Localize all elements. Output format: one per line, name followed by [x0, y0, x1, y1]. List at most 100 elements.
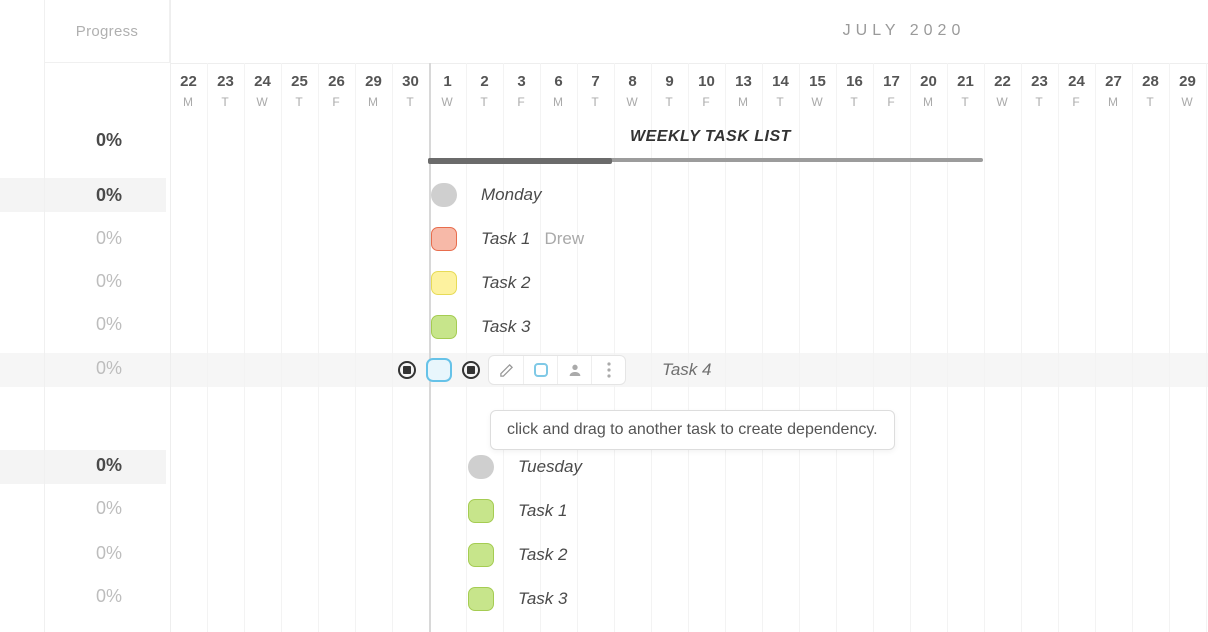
assignee-icon[interactable] [557, 356, 591, 384]
task-row[interactable]: Task 2 [170, 266, 1208, 300]
day-abbr: W [429, 90, 466, 109]
day-number: 24 [1058, 63, 1095, 90]
progress-cell: 0% [96, 185, 122, 206]
task-label: Task 2 [518, 545, 567, 565]
task-label: Task 4 [662, 360, 711, 380]
tooltip-text: click and drag to another task to create… [507, 421, 878, 438]
task-row[interactable]: Task 2 [170, 538, 1208, 572]
more-icon[interactable] [591, 356, 625, 384]
progress-cell: 0% [96, 586, 122, 607]
dependency-handle-right[interactable] [462, 361, 480, 379]
day-column[interactable]: 22W [984, 63, 1021, 118]
task-row[interactable]: Task 3 [170, 582, 1208, 616]
task-row[interactable]: Task 1 Drew [170, 222, 1208, 256]
day-number: 28 [1132, 63, 1169, 90]
day-abbr: T [1132, 90, 1169, 109]
day-column[interactable]: 26F [318, 63, 355, 118]
progress-cell: 0% [96, 228, 122, 249]
task-bar[interactable] [431, 227, 457, 251]
task-row[interactable]: Task 3 [170, 310, 1208, 344]
group-label: Tuesday [518, 457, 582, 477]
day-abbr: T [947, 90, 984, 109]
day-column[interactable]: 13M [725, 63, 762, 118]
day-column[interactable]: 9T [651, 63, 688, 118]
task-bar[interactable] [431, 271, 457, 295]
day-column[interactable]: 29W [1169, 63, 1206, 118]
edit-icon[interactable] [489, 356, 523, 384]
group-row-tuesday[interactable]: Tuesday [170, 450, 1208, 484]
day-column[interactable]: 24F [1058, 63, 1095, 118]
task-row-selected[interactable]: Task 4 [170, 353, 1208, 387]
task-bar-selected[interactable] [426, 358, 452, 382]
progress-cell: 0% [96, 543, 122, 564]
task-bar[interactable] [468, 543, 494, 567]
day-column[interactable]: 27M [1095, 63, 1132, 118]
calendar-area[interactable]: JULY 2020 22M23T24W25T26F29M30T1W2T3F6M7… [170, 0, 1208, 632]
dependency-tooltip: click and drag to another task to create… [490, 410, 895, 450]
day-column[interactable]: 23T [207, 63, 244, 118]
group-marker[interactable] [468, 455, 494, 479]
day-column[interactable]: 20M [910, 63, 947, 118]
day-abbr: W [799, 90, 836, 109]
day-column[interactable]: 28T [1132, 63, 1169, 118]
day-column[interactable]: 29M [355, 63, 392, 118]
day-abbr: M [355, 90, 392, 109]
day-column[interactable]: 7T [577, 63, 614, 118]
task-label: Task 3 [481, 317, 530, 337]
task-bar[interactable] [431, 315, 457, 339]
group-row-monday[interactable]: Monday [170, 178, 1208, 212]
dependency-handle-left[interactable] [398, 361, 416, 379]
day-number: 13 [725, 63, 762, 90]
day-abbr: W [244, 90, 281, 109]
day-number: 16 [836, 63, 873, 90]
color-icon[interactable] [523, 356, 557, 384]
progress-header: Progress [44, 0, 170, 63]
day-column[interactable]: 21T [947, 63, 984, 118]
day-number: 1 [429, 63, 466, 90]
day-abbr: F [688, 90, 725, 109]
day-number: 10 [688, 63, 725, 90]
progress-cell: 0% [96, 498, 122, 519]
day-column[interactable]: 10F [688, 63, 725, 118]
day-column[interactable]: 3F [503, 63, 540, 118]
task-label: Task 3 [518, 589, 567, 609]
day-column[interactable]: 2T [466, 63, 503, 118]
day-number: 2 [466, 63, 503, 90]
day-abbr: T [466, 90, 503, 109]
task-assignee: Drew [544, 229, 584, 249]
day-number: 15 [799, 63, 836, 90]
group-marker[interactable] [431, 183, 457, 207]
task-bar[interactable] [468, 587, 494, 611]
day-column[interactable]: 1W [429, 63, 466, 118]
task-label: Task 2 [481, 273, 530, 293]
task-label: Task 1 [518, 501, 567, 521]
day-column[interactable]: 14T [762, 63, 799, 118]
day-column[interactable]: 24W [244, 63, 281, 118]
day-abbr: T [207, 90, 244, 109]
day-column[interactable]: 22M [170, 63, 207, 118]
day-abbr: M [540, 90, 577, 109]
day-number: 6 [540, 63, 577, 90]
day-abbr: T [651, 90, 688, 109]
progress-cell: 0% [96, 358, 122, 379]
day-column[interactable]: 16T [836, 63, 873, 118]
day-abbr: F [503, 90, 540, 109]
day-column[interactable]: 25T [281, 63, 318, 118]
task-bar[interactable] [468, 499, 494, 523]
day-column[interactable]: 6M [540, 63, 577, 118]
day-number: 8 [614, 63, 651, 90]
day-number: 24 [244, 63, 281, 90]
day-column[interactable]: 30T [392, 63, 429, 118]
day-abbr: W [1169, 90, 1206, 109]
day-column[interactable]: 8W [614, 63, 651, 118]
day-number: 7 [577, 63, 614, 90]
day-column[interactable]: 23T [1021, 63, 1058, 118]
day-abbr: T [836, 90, 873, 109]
day-number: 23 [207, 63, 244, 90]
day-number: 9 [651, 63, 688, 90]
task-row[interactable]: Task 1 [170, 494, 1208, 528]
day-abbr: W [984, 90, 1021, 109]
day-column[interactable]: 15W [799, 63, 836, 118]
day-number: 25 [281, 63, 318, 90]
day-column[interactable]: 17F [873, 63, 910, 118]
